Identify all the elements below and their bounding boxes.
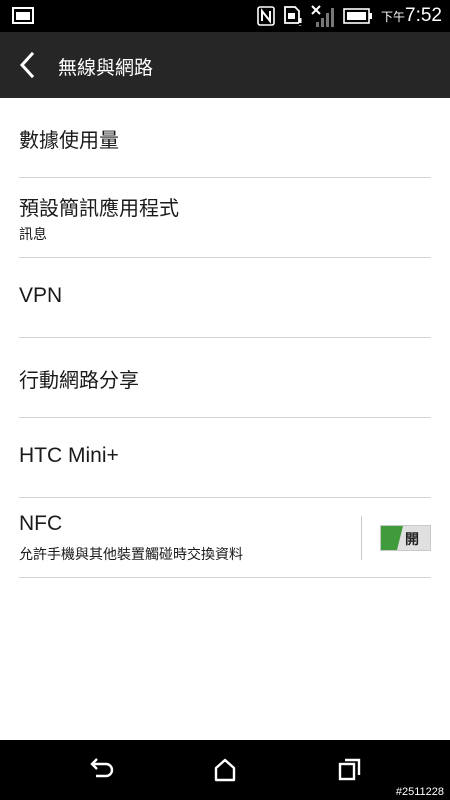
no-signal-icon [311, 4, 335, 28]
settings-item-subtitle: 訊息 [19, 227, 47, 243]
settings-item-label: VPN [19, 284, 63, 307]
status-bar: 下午 7:52 [0, 0, 450, 32]
page-title: 無線與網路 [58, 57, 154, 79]
battery-icon [343, 8, 373, 24]
home-icon[interactable] [210, 756, 240, 784]
settings-list: 數據使用量 預設簡訊應用程式 訊息 VPN 行動網路分享 HTC Mini+ N… [0, 98, 450, 578]
settings-item-label: NFC [19, 512, 63, 535]
action-bar: 無線與網路 [0, 32, 450, 98]
settings-item-tethering[interactable]: 行動網路分享 [0, 338, 450, 418]
recents-icon[interactable] [335, 756, 365, 784]
nfc-toggle[interactable]: 開 [380, 525, 431, 551]
settings-item-label: 行動網路分享 [19, 368, 139, 392]
storage-icon [283, 5, 303, 27]
settings-item-label: 預設簡訊應用程式 [19, 196, 179, 220]
clock: 7:52 [405, 5, 442, 26]
settings-item-label: HTC Mini+ [19, 444, 119, 467]
navigation-bar: #2511228 [0, 740, 450, 800]
time-period: 下午 [381, 9, 406, 24]
settings-item-label: 數據使用量 [19, 128, 119, 152]
settings-item-default-sms-app[interactable]: 預設簡訊應用程式 訊息 [0, 178, 450, 258]
toggle-label: 開 [405, 532, 419, 548]
settings-item-data-usage[interactable]: 數據使用量 [0, 98, 450, 178]
settings-item-vpn[interactable]: VPN [0, 258, 450, 338]
watermark: #2511228 [395, 786, 444, 798]
chevron-left-icon[interactable] [14, 50, 42, 80]
toggle-on-indicator [381, 526, 403, 550]
settings-item-nfc[interactable]: NFC 允許手機與其他裝置觸碰時交換資料 開 [0, 498, 450, 578]
back-icon[interactable] [86, 756, 116, 784]
settings-item-htc-mini[interactable]: HTC Mini+ [0, 418, 450, 498]
gallery-icon [12, 7, 34, 28]
settings-item-subtitle: 允許手機與其他裝置觸碰時交換資料 [19, 547, 243, 563]
divider [361, 516, 362, 560]
nfc-icon [257, 6, 275, 26]
divider [19, 577, 431, 578]
